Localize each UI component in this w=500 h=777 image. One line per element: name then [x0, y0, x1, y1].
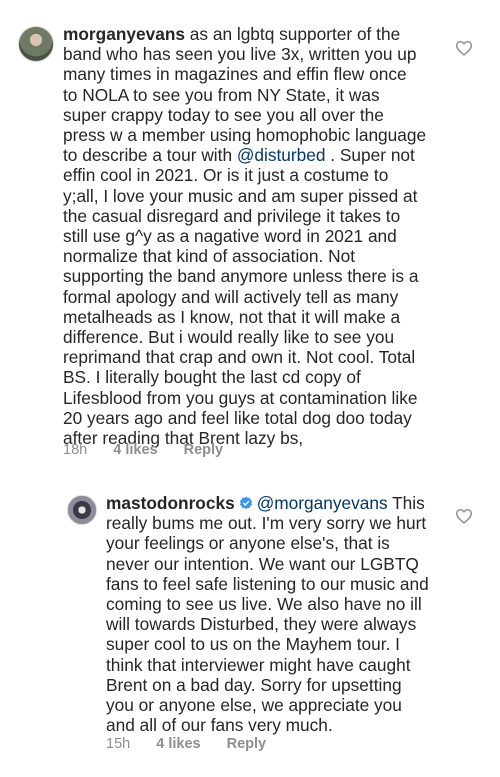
verified-badge-icon	[239, 496, 252, 510]
comment-1-body-b: . Super not effin cool in 2021. Or is it…	[63, 145, 419, 449]
comment-2: mastodonrocks @morganyevans This really b…	[0, 470, 500, 777]
comment-1: morganyevans as an lgbtq supporter of th…	[0, 0, 500, 470]
heart-outline-icon[interactable]	[455, 40, 473, 56]
comment-2-likes[interactable]: 4 likes	[156, 736, 200, 752]
comment-1-body-a: as an lgbtq supporter of the band who ha…	[63, 24, 427, 166]
comment-1-reply-button[interactable]: Reply	[184, 442, 224, 458]
comment-2-mention[interactable]: @morganyevans	[257, 493, 388, 513]
user-avatar-icon[interactable]	[18, 26, 54, 62]
comment-1-mention[interactable]: @disturbed	[237, 145, 326, 165]
comment-2-meta: 15h 4 likes Reply	[106, 736, 288, 752]
comment-2-body: This really bums me out. I'm very sorry …	[106, 493, 429, 736]
comment-1-time: 18h	[63, 442, 88, 458]
comment-1-username[interactable]: morganyevans	[63, 24, 185, 44]
comment-1-likes[interactable]: 4 likes	[113, 442, 157, 458]
comment-2-time: 15h	[106, 736, 131, 752]
comment-2-reply-button[interactable]: Reply	[227, 736, 267, 752]
heart-outline-icon[interactable]	[455, 508, 473, 524]
comment-2-username[interactable]: mastodonrocks	[106, 493, 235, 513]
comment-2-text: mastodonrocks @morganyevans This really b…	[106, 493, 466, 735]
comment-1-text: morganyevans as an lgbtq supporter of th…	[63, 24, 463, 448]
comment-1-meta: 18h 4 likes Reply	[63, 442, 245, 458]
band-avatar-icon[interactable]	[67, 495, 97, 525]
